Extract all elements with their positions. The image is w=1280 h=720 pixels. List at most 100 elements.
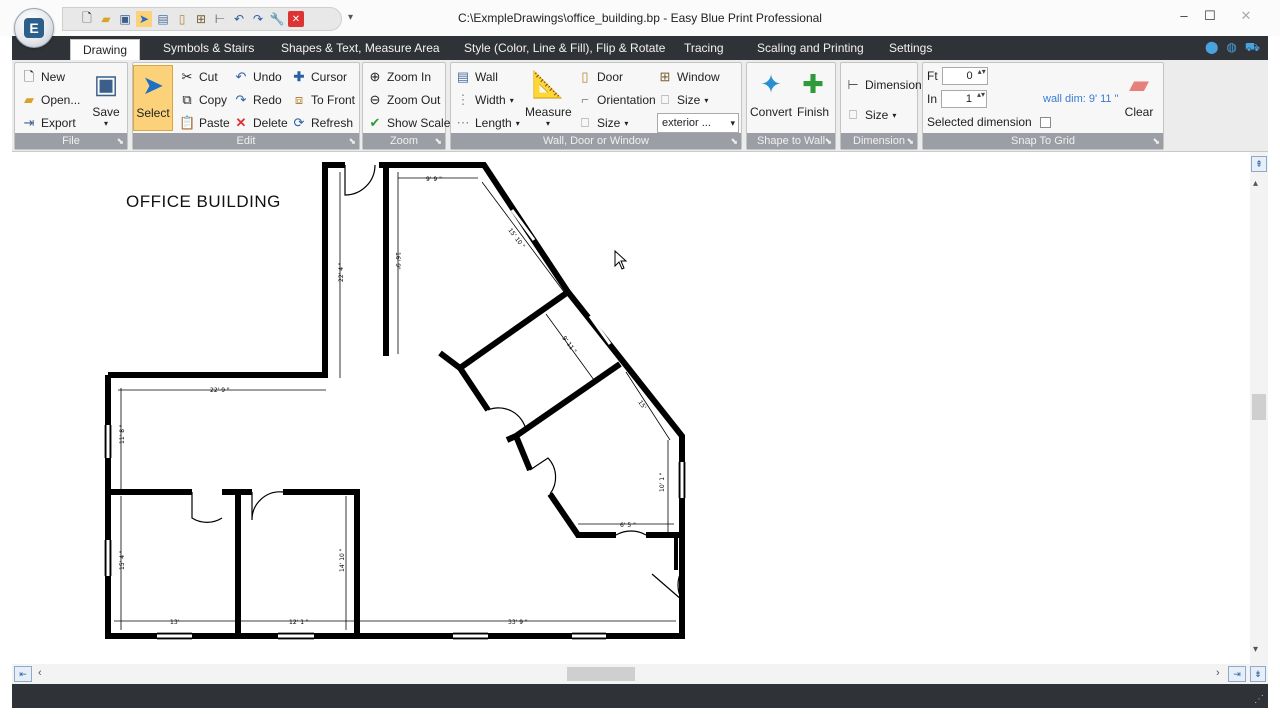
to-front-button[interactable]: ⧈ To Front [291, 92, 355, 108]
wall-type-combo[interactable]: exterior ... [657, 113, 739, 133]
size-icon: ⎕ [849, 107, 857, 122]
application-menu-button[interactable]: E [14, 8, 54, 48]
paste-button[interactable]: 📋 Paste [179, 115, 230, 131]
drawing-canvas[interactable]: OFFICE BUILDING 9' 9 " 22' 9 " 13' 12' 1… [12, 152, 1250, 664]
orientation-button[interactable]: ⌐ Orientation [577, 92, 656, 108]
zoom-group: ⊕ Zoom In ⊖ Zoom Out ✔ Show Scale Zoom ⬊ [362, 62, 450, 150]
page-up-icon[interactable]: ⇞ [1251, 156, 1267, 172]
office-wall-1b [457, 366, 491, 412]
convert-button[interactable]: ✦ Convert [749, 67, 793, 120]
open-folder-icon: ▰ [24, 92, 34, 107]
shape-to-wall-label: Shape to Wall [747, 133, 835, 149]
tab-drawing[interactable]: Drawing [70, 39, 141, 60]
refresh-button[interactable]: ⟳ Refresh [291, 115, 353, 131]
dimension-label: 15' 10 " [506, 227, 526, 250]
window-button[interactable]: ⊞ Window [657, 69, 720, 85]
undo-icon: ↶ [235, 69, 247, 84]
page-left-icon[interactable]: ⇤ [14, 666, 32, 682]
finish-button[interactable]: ✚ Finish [793, 67, 833, 120]
pin-icon[interactable]: ⬤ [1205, 40, 1218, 56]
close-button[interactable]: ✕ [1232, 6, 1260, 26]
page-down-icon[interactable]: ⇟ [1250, 666, 1266, 682]
floor-plan[interactable]: 9' 9 " 22' 9 " 13' 12' 1 " 33' 9 " 6' 5 … [12, 152, 1250, 664]
redo-button[interactable]: ↷ Redo [233, 92, 282, 108]
dialog-launcher-icon[interactable]: ⬊ [1152, 136, 1160, 147]
open-button[interactable]: ▰ Open... [21, 92, 80, 108]
new-button[interactable]: 🗋 New [21, 69, 65, 85]
copy-button[interactable]: ⧉ Copy [179, 92, 227, 108]
dialog-launcher-icon[interactable]: ⬊ [434, 136, 442, 147]
door-size-dropdown[interactable]: ⎕ Size ▾ [577, 115, 628, 131]
selected-dimension-label: Selected dimension [927, 115, 1032, 129]
save-button[interactable]: ▣ Save ▾ [87, 67, 125, 129]
globe-icon[interactable]: ◍ [1226, 40, 1236, 56]
maximize-button[interactable]: ☐ [1196, 6, 1224, 26]
dialog-launcher-icon[interactable]: ⬊ [824, 136, 832, 147]
length-dropdown[interactable]: ⋯ Length ▾ [455, 115, 520, 131]
ft-spinner[interactable]: 0 [941, 67, 988, 85]
vertical-scroll-thumb[interactable] [1252, 394, 1266, 420]
horizontal-scrollbar[interactable]: ⇤ ‹ › ⇥ ⇟ [12, 664, 1268, 684]
dialog-launcher-icon[interactable]: ⬊ [906, 136, 914, 147]
wall-icon: ▤ [456, 69, 470, 84]
cut-button[interactable]: ✂ Cut [179, 69, 218, 85]
scroll-down-icon[interactable]: ▾ [1253, 644, 1258, 655]
dimension-label: 12' 1 " [289, 619, 309, 626]
zoom-out-button[interactable]: ⊖ Zoom Out [367, 92, 441, 108]
dialog-launcher-icon[interactable]: ⬊ [730, 136, 738, 147]
tab-tracing[interactable]: Tracing [684, 41, 724, 55]
page-right-icon[interactable]: ⇥ [1228, 666, 1246, 682]
dialog-launcher-icon[interactable]: ⬊ [116, 136, 124, 147]
wall-group-label: Wall, Door or Window [451, 133, 741, 149]
window-size-dropdown[interactable]: ⎕ Size ▾ [657, 92, 708, 108]
ribbon: 🗋 New ▰ Open... ⇥ Export ▣ Save ▾ File ⬊ ➤ S… [12, 60, 1268, 152]
cursor-cross-icon: ✚ [293, 69, 305, 84]
cart-icon[interactable]: ⛟ [1245, 40, 1260, 56]
edit-group-label: Edit [133, 133, 359, 149]
export-button[interactable]: ⇥ Export [21, 115, 76, 131]
scroll-up-icon[interactable]: ▴ [1253, 178, 1258, 189]
clear-button[interactable]: ▰ Clear [1119, 67, 1159, 120]
tab-settings[interactable]: Settings [889, 41, 932, 55]
edit-group: ➤ Select ✂ Cut ⧉ Copy 📋 Paste ↶ Undo ↷ Redo ✕… [132, 62, 360, 150]
undo-button[interactable]: ↶ Undo [233, 69, 282, 85]
door-button[interactable]: ▯ Door [577, 69, 623, 85]
vertical-scrollbar[interactable]: ⇞ ▴ ▾ [1250, 152, 1268, 664]
dialog-launcher-icon[interactable]: ⬊ [348, 136, 356, 147]
dimension-size-dropdown[interactable]: ⎕ Size ▾ [845, 107, 896, 123]
cursor-button[interactable]: ✚ Cursor [291, 69, 347, 85]
copy-icon: ⧉ [182, 92, 192, 107]
convert-icon: ✦ [760, 68, 782, 99]
status-bar: ⋰ [12, 684, 1268, 708]
ribbon-tabs: Drawing Symbols & Stairs Shapes & Text, … [12, 36, 1268, 60]
dimension-label: 10' 1 " [659, 472, 666, 492]
tab-style[interactable]: Style (Color, Line & Fill), Flip & Rotat… [464, 41, 665, 55]
export-icon: ⇥ [23, 115, 35, 130]
dimension-icon: ⊢ [847, 77, 859, 92]
measure-button[interactable]: 📐 Measure ▾ [525, 67, 572, 129]
horizontal-scroll-thumb[interactable] [567, 667, 635, 681]
in-spinner[interactable]: 1 [941, 90, 988, 108]
minimize-button[interactable]: – [1170, 6, 1198, 26]
resize-grip-icon[interactable]: ⋰ [1254, 694, 1264, 705]
tab-symbols-stairs[interactable]: Symbols & Stairs [163, 41, 254, 55]
dimension-label: 6' 5 " [620, 522, 636, 529]
tab-scaling-printing[interactable]: Scaling and Printing [757, 41, 864, 55]
wall-dim-readout: wall dim: 9' 11 " [1043, 93, 1119, 105]
tab-shapes-text[interactable]: Shapes & Text, Measure Area [281, 41, 440, 55]
scroll-right-icon[interactable]: › [1216, 667, 1220, 679]
scroll-left-icon[interactable]: ‹ [38, 667, 42, 679]
width-dropdown[interactable]: ⋮ Width ▾ [455, 92, 514, 108]
zoom-in-button[interactable]: ⊕ Zoom In [367, 69, 431, 85]
zoom-out-icon: ⊖ [369, 92, 381, 107]
snap-group-label: Snap To Grid [923, 133, 1163, 149]
selected-dimension-checkbox[interactable] [1039, 116, 1051, 128]
dimension-button[interactable]: ⊢ Dimension [845, 77, 921, 93]
zoom-group-label: Zoom [363, 133, 445, 149]
show-scale-button[interactable]: ✔ Show Scale [367, 115, 451, 131]
door-swing [529, 457, 557, 495]
window-icon: ⊞ [659, 69, 671, 84]
delete-button[interactable]: ✕ Delete [233, 115, 288, 131]
wall-button[interactable]: ▤ Wall [455, 69, 498, 85]
select-button[interactable]: ➤ Select [133, 65, 173, 131]
